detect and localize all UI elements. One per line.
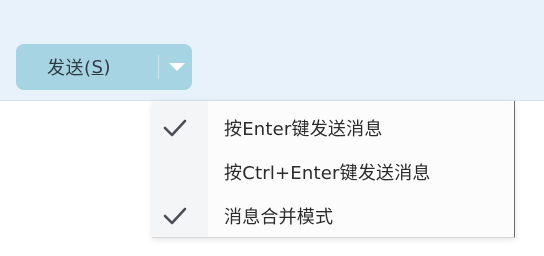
check-icon [162,115,188,141]
menu-item-send-with-ctrl-enter[interactable]: 按Ctrl+Enter键发送消息 [152,151,514,193]
menu-item-label: 按Enter键发送消息 [224,119,383,140]
send-options-dropdown-button[interactable] [162,44,192,90]
menu-item-label: 按Ctrl+Enter键发送消息 [224,163,431,184]
send-button-label-prefix: 发送( [47,58,92,79]
chevron-down-icon [168,62,186,72]
menu-item-send-with-enter[interactable]: 按Enter键发送消息 [152,107,514,149]
send-button[interactable]: 发送(S) [16,44,142,90]
send-button-access-key: S [91,56,104,78]
check-icon [162,203,188,229]
send-button-label-suffix: ) [103,56,111,78]
send-options-menu: 按Enter键发送消息 按Ctrl+Enter键发送消息 消息合并模式 [152,101,515,238]
send-split-button: 发送(S) [16,44,192,90]
menu-item-label: 消息合并模式 [224,207,334,228]
send-split-separator [158,55,159,79]
menu-item-message-merge-mode[interactable]: 消息合并模式 [152,195,514,237]
